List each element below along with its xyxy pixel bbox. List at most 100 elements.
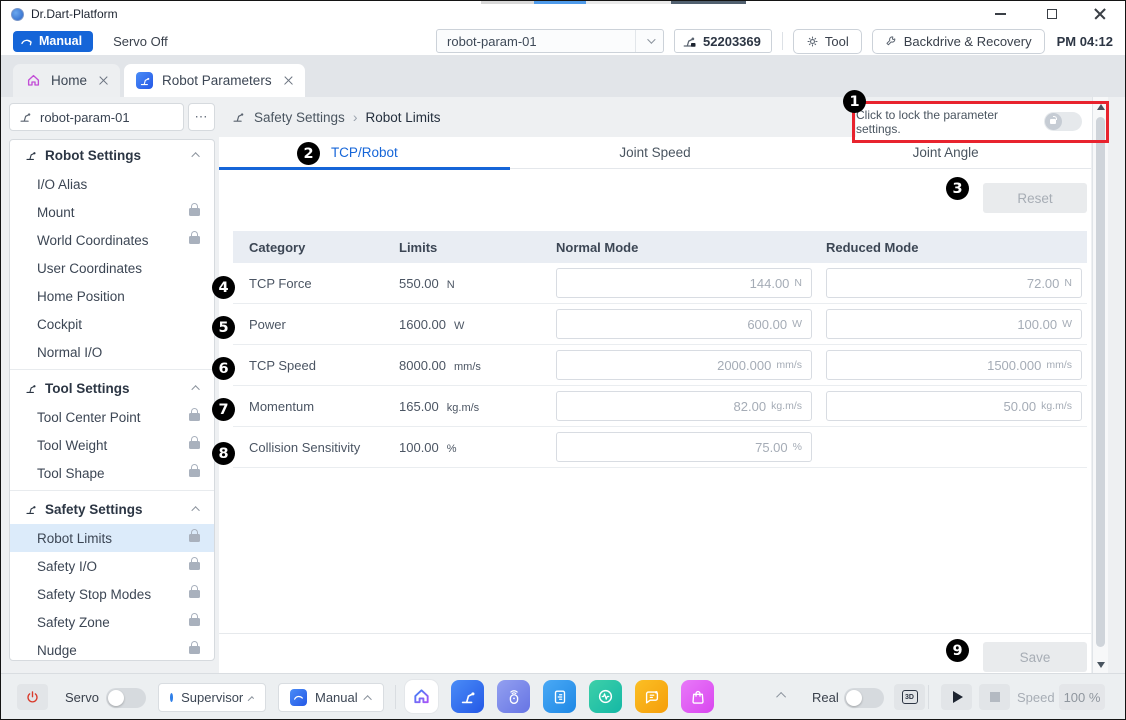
nav-item-safety-stop-modes[interactable]: Safety Stop Modes [10,580,214,608]
nav-item-tool-shape[interactable]: Tool Shape [10,459,214,487]
document-tabstrip: Home Robot Parameters [1,55,1125,97]
normal-mode-input[interactable]: 75.00% [556,432,812,462]
lock-parameters-toggle[interactable] [1044,112,1082,131]
normal-mode-input[interactable]: 600.00W [556,309,812,339]
stop-button[interactable] [979,684,1010,710]
sidebar-param-name[interactable]: robot-param-01 [9,103,184,131]
maximize-icon[interactable] [1041,5,1063,23]
top-edge-strip [586,1,671,4]
robot-icon [19,110,33,124]
robot-params-app-icon[interactable] [451,680,484,713]
normal-mode-input[interactable]: 144.00N [556,268,812,298]
home-app-icon[interactable] [405,680,438,713]
lock-icon [189,469,200,477]
lock-icon [189,236,200,244]
reduced-mode-input[interactable]: 50.00kg.m/s [826,391,1082,421]
parameter-tabs: TCP/Robot Joint Speed Joint Angle [219,137,1091,169]
backdrive-recovery-button[interactable]: Backdrive & Recovery [872,29,1045,54]
normal-mode-input[interactable]: 2000.000mm/s [556,350,812,380]
minimize-icon[interactable] [989,5,1011,23]
nav-section-robot-settings[interactable]: Robot Settings [10,140,214,170]
servo-toggle[interactable] [106,688,146,708]
table-row-tcp-force: TCP Force 550.00N 144.00N 72.00N [233,263,1087,304]
tool-button[interactable]: Tool [793,29,862,54]
title-bar: Dr.Dart-Platform [1,1,1125,27]
sidebar-nav: Robot Settings I/O Alias Mount World Coo… [9,139,215,661]
nav-item-world-coordinates[interactable]: World Coordinates [10,226,214,254]
sidebar-more-button[interactable]: ⋯ [188,103,215,131]
table-row-collision-sensitivity: Collision Sensitivity 100.00% 75.00% [233,427,1087,468]
limits-table: Category Limits Normal Mode Reduced Mode… [233,231,1087,468]
content-panel: TCP/Robot Joint Speed Joint Angle Reset … [219,137,1091,675]
top-edge-strip [534,1,586,4]
viewer-3d-button[interactable]: 3D [894,684,925,710]
scroll-up-icon[interactable] [1097,104,1105,110]
lock-icon [189,534,200,542]
nav-item-nudge[interactable]: Nudge [10,636,214,661]
app-logo-icon [11,8,24,21]
save-button[interactable]: Save [983,642,1087,672]
nav-section-tool-settings[interactable]: Tool Settings [10,373,214,403]
reset-button[interactable]: Reset [983,183,1087,213]
nav-item-robot-limits[interactable]: Robot Limits [10,524,214,552]
nav-item-tool-center-point[interactable]: Tool Center Point [10,403,214,431]
nav-item-cockpit[interactable]: Cockpit [10,310,214,338]
nav-item-mount[interactable]: Mount [10,198,214,226]
tab-joint-speed[interactable]: Joint Speed [510,137,801,168]
close-icon[interactable] [1093,7,1107,21]
dock-expand-icon[interactable] [776,692,786,702]
reduced-mode-input[interactable]: 72.00N [826,268,1082,298]
tab-joint-angle[interactable]: Joint Angle [800,137,1091,168]
lock-icon [189,208,200,216]
task-app-icon[interactable] [543,680,576,713]
3d-icon: 3D [902,690,918,704]
nav-item-user-coordinates[interactable]: User Coordinates [10,254,214,282]
gear-icon [806,35,819,48]
lock-parameter-banner: Click to lock the parameter settings. [856,103,1092,140]
param-select-dropdown[interactable]: robot-param-01 [436,29,664,53]
stop-icon [990,692,1000,702]
jog-app-icon[interactable] [497,680,530,713]
chevron-up-icon [191,506,199,514]
window-title: Dr.Dart-Platform [31,7,118,21]
nav-item-normal-io[interactable]: Normal I/O [10,338,214,366]
role-dropdown[interactable]: Supervisor [158,683,266,712]
real-toggle[interactable] [844,688,884,708]
store-app-icon[interactable] [681,680,714,713]
speed-label: Speed [1017,690,1055,705]
annotation-badge-7: 7 [212,398,235,421]
tab-home[interactable]: Home [13,64,120,97]
nav-item-safety-io[interactable]: Safety I/O [10,552,214,580]
reduced-mode-input[interactable]: 100.00W [826,309,1082,339]
breadcrumb-section[interactable]: Safety Settings [254,110,345,125]
manual-mode-button[interactable]: Manual [13,31,93,52]
nav-section-safety-settings[interactable]: Safety Settings [10,494,214,524]
mode-dropdown[interactable]: Manual [278,683,384,712]
table-row-momentum: Momentum 165.00kg.m/s 82.00kg.m/s 50.00k… [233,386,1087,427]
close-tab-icon[interactable] [284,76,293,85]
message-app-icon[interactable] [635,680,668,713]
monitoring-app-icon[interactable] [589,680,622,713]
nav-item-home-position[interactable]: Home Position [10,282,214,310]
breadcrumb-page: Robot Limits [365,110,440,125]
play-button[interactable] [941,684,972,710]
tab-robot-parameters[interactable]: Robot Parameters [124,64,305,97]
nav-item-io-alias[interactable]: I/O Alias [10,170,214,198]
close-tab-icon[interactable] [99,76,108,85]
annotation-badge-3: 3 [946,177,969,200]
app-window: Dr.Dart-Platform Manual Servo Off robot-… [0,0,1126,720]
tab-tcp-robot[interactable]: TCP/Robot [219,137,510,168]
unlock-icon [1050,119,1056,124]
nav-item-safety-zone[interactable]: Safety Zone [10,608,214,636]
reduced-mode-input[interactable]: 1500.000mm/s [826,350,1082,380]
speed-value[interactable]: 100 % [1059,684,1105,710]
normal-mode-input[interactable]: 82.00kg.m/s [556,391,812,421]
nav-item-tool-weight[interactable]: Tool Weight [10,431,214,459]
robot-lock-icon [682,34,697,49]
top-toolbar: Manual Servo Off robot-param-01 52203369… [1,27,1125,55]
scroll-down-icon[interactable] [1097,662,1105,668]
scrollbar-thumb[interactable] [1096,117,1105,647]
power-button[interactable] [17,684,48,710]
vertical-scrollbar[interactable] [1092,97,1108,675]
top-edge-strip [481,1,534,4]
